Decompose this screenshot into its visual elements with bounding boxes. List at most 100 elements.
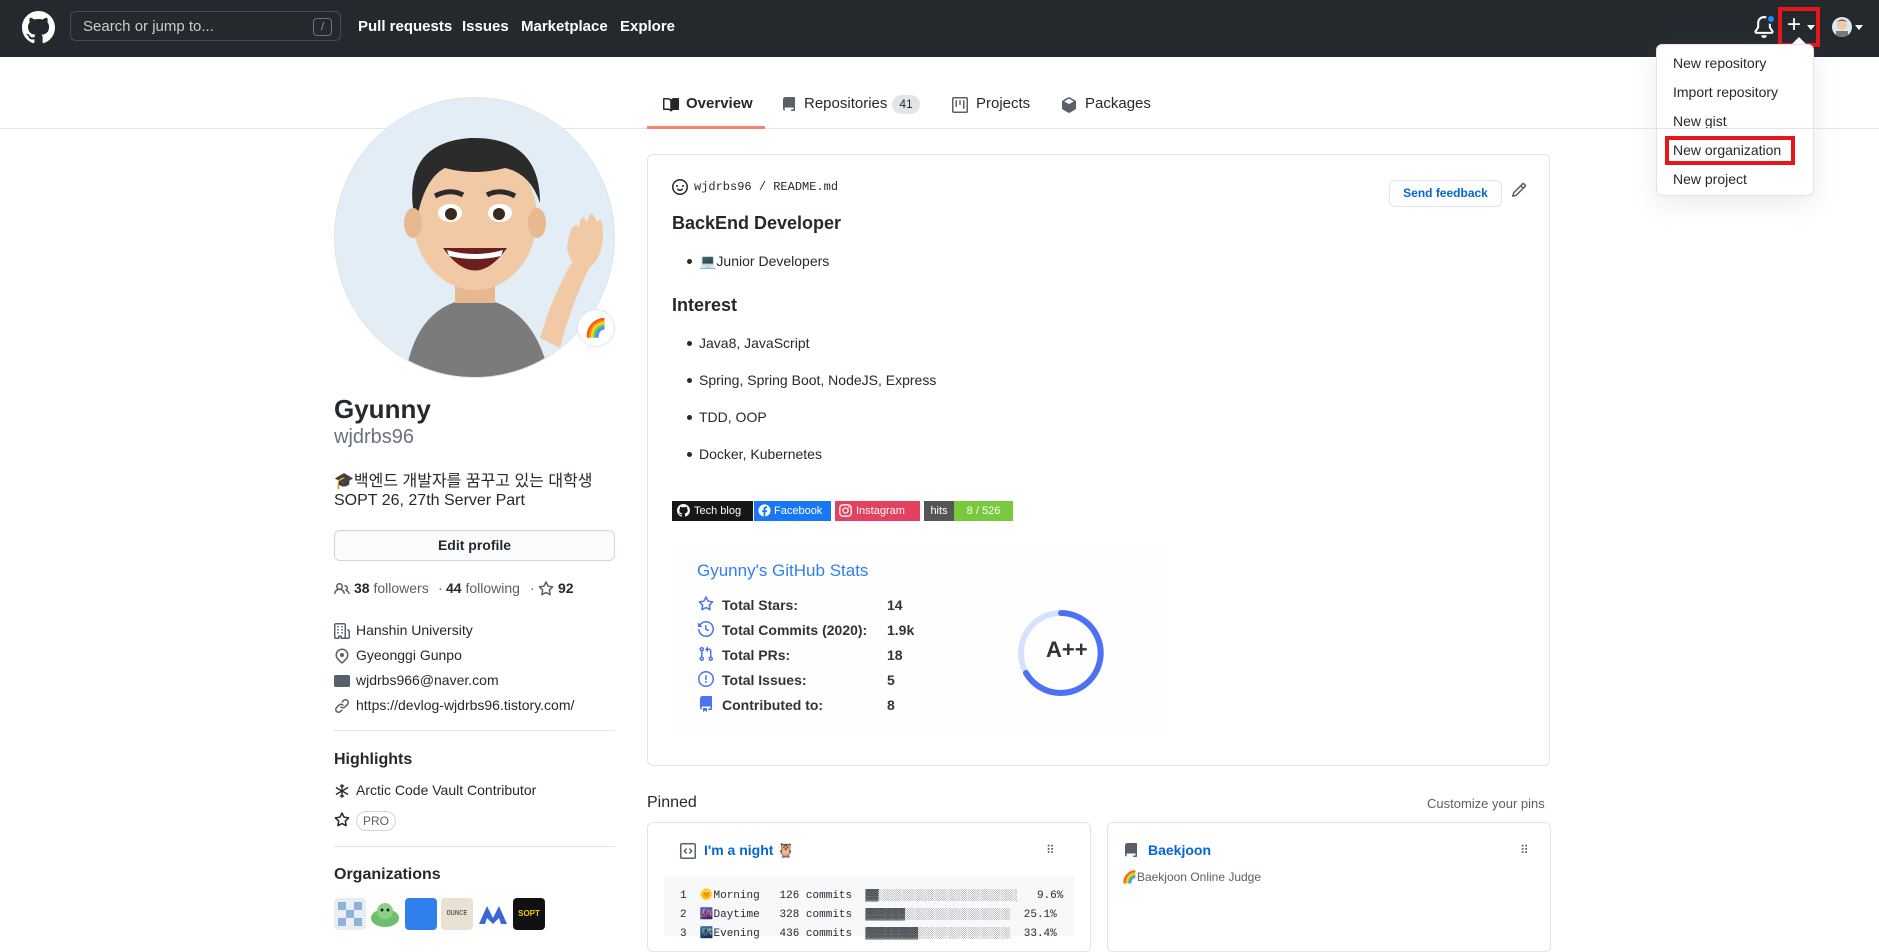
edit-profile-button[interactable]: Edit profile — [334, 530, 615, 561]
stat-value: 1.9k — [887, 622, 915, 638]
stats-grade: A++ — [1046, 637, 1088, 662]
global-header: Search or jump to... / Pull requests Iss… — [0, 0, 1879, 57]
profile-bio-line-2: SOPT 26, 27th Server Part — [334, 492, 525, 509]
menu-new-repository[interactable]: New repository — [1673, 55, 1766, 71]
tab-repositories[interactable]: Repositories — [804, 95, 887, 112]
code-line: 1 🌞Morning 126 commits ▓▓░░░░░░░░░░░░░░░… — [680, 890, 1064, 902]
drag-grip-icon[interactable]: ⠿ — [1520, 843, 1529, 857]
hits-badge[interactable]: hits 8 / 526 — [924, 501, 1013, 521]
menu-new-project[interactable]: New project — [1673, 171, 1747, 187]
techblog-badge[interactable]: Tech blog — [672, 501, 753, 521]
notification-indicator — [1766, 14, 1776, 24]
profile-fullname: Gyunny — [334, 394, 431, 424]
stat-value: 14 — [887, 597, 903, 613]
instagram-icon — [839, 504, 852, 517]
stat-label: Total Issues: — [722, 672, 807, 688]
facebook-icon — [758, 504, 771, 517]
stars-stat-icon — [698, 596, 714, 611]
snowflake-icon — [335, 784, 349, 798]
user-avatar[interactable] — [1832, 17, 1852, 37]
package-icon — [1062, 97, 1076, 113]
org-avatar-1[interactable] — [334, 898, 366, 930]
interest-item: Spring, Spring Boot, NodeJS, Express — [686, 372, 937, 388]
interest-item: Docker, Kubernetes — [687, 446, 822, 462]
tab-packages[interactable]: Packages — [1085, 95, 1151, 112]
org-avatar-2[interactable] — [369, 898, 401, 930]
organization-icon — [334, 623, 350, 639]
link-icon — [335, 699, 349, 713]
slash-shortcut-key: / — [313, 18, 332, 36]
profile-avatar[interactable] — [334, 97, 615, 378]
profile-username: wjdrbs96 — [334, 426, 415, 448]
tab-active-indicator — [647, 126, 765, 129]
drag-grip-icon[interactable]: ⠿ — [1046, 843, 1055, 857]
readme-heading-interest: Interest — [672, 295, 738, 315]
stat-label: Total Stars: — [722, 597, 798, 613]
followers-link[interactable]: 38 followers — [354, 580, 429, 596]
sidebar-divider — [334, 730, 615, 731]
location-icon — [335, 648, 349, 664]
stat-label: Total PRs: — [722, 647, 791, 663]
issue-icon — [698, 671, 714, 687]
search-placeholder: Search or jump to... — [83, 18, 214, 35]
instagram-badge[interactable]: Instagram — [835, 501, 920, 521]
customize-pins-link[interactable]: Customize your pins — [1427, 796, 1545, 811]
menu-import-repository[interactable]: Import repository — [1673, 84, 1778, 100]
facebook-badge[interactable]: Facebook — [754, 501, 831, 521]
readme-heading-backend: BackEnd Developer — [672, 213, 842, 233]
following-link[interactable]: 44 following — [446, 580, 520, 596]
readme-user-link[interactable]: wjdrbs96 — [694, 180, 752, 194]
interest-item: TDD, OOP — [687, 409, 767, 425]
pencil-icon[interactable] — [1511, 182, 1527, 198]
readme-path: wjdrbs96 / README.md — [694, 180, 839, 194]
pro-star-icon — [334, 812, 350, 827]
org-avatar-ounce[interactable]: OUNCE — [441, 898, 473, 930]
pinned-repo-description: 🌈Baekjoon Online Judge — [1122, 870, 1262, 884]
org-avatar-3[interactable] — [405, 898, 437, 930]
people-icon — [334, 582, 350, 595]
pro-badge: PRO — [356, 811, 396, 831]
pinned-repo-link[interactable]: Baekjoon — [1148, 842, 1211, 858]
profile-bio-line-1: 🎓백엔드 개발자를 꿈꾸고 있는 대학생 — [334, 473, 593, 490]
stat-label: Contributed to: — [722, 697, 824, 713]
code-line: 3 🌃Evening 436 commits ▓▓▓▓▓▓▓▓░░░░░░░░░… — [680, 928, 1057, 940]
pull-request-icon — [699, 646, 714, 662]
create-new-dropdown: New repository Import repository New gis… — [1656, 44, 1814, 196]
code-line: 2 🌆Daytime 328 commits ▓▓▓▓▓▓░░░░░░░░░░░… — [680, 909, 1057, 921]
commits-history-icon — [698, 621, 714, 637]
gist-code-icon — [680, 843, 696, 859]
pinned-gist-link[interactable]: I'm a night 🦉 — [704, 842, 795, 859]
stat-label: Total Commits (2020): — [722, 622, 868, 638]
highlights-title: Highlights — [334, 751, 413, 768]
github-mini-icon — [677, 504, 690, 517]
sidebar-divider-2 — [334, 846, 615, 847]
menu-new-gist[interactable]: New gist — [1673, 113, 1727, 129]
status-emoji-button[interactable]: 🌈 — [577, 309, 615, 347]
stats-title: Gyunny's GitHub Stats — [697, 561, 869, 580]
search-input[interactable]: Search or jump to... / — [70, 11, 341, 41]
org-avatar-5[interactable] — [477, 898, 509, 930]
star-icon — [538, 581, 554, 596]
nav-issues[interactable]: Issues — [462, 18, 509, 35]
stars-link[interactable]: 92 — [558, 580, 574, 596]
smiley-icon — [672, 179, 688, 195]
nav-marketplace[interactable]: Marketplace — [521, 18, 608, 35]
repo-count-badge: 41 — [892, 95, 920, 114]
nav-pull-requests[interactable]: Pull requests — [358, 18, 452, 35]
project-icon — [952, 97, 968, 113]
repo-icon — [783, 97, 795, 111]
stat-value: 8 — [887, 697, 895, 713]
tab-projects[interactable]: Projects — [976, 95, 1030, 112]
new-organization-highlight-box — [1665, 136, 1795, 165]
send-feedback-button[interactable]: Send feedback — [1389, 180, 1502, 207]
tabs-divider — [0, 128, 1879, 129]
github-logo-icon[interactable] — [22, 11, 55, 44]
nav-explore[interactable]: Explore — [620, 18, 675, 35]
book-icon — [663, 97, 679, 112]
tab-overview[interactable]: Overview — [686, 95, 753, 112]
readme-bullet-junior: 💻Junior Developers — [686, 253, 830, 269]
org-avatar-sopt[interactable]: SOPT — [513, 898, 545, 930]
stat-value: 18 — [887, 647, 903, 663]
avatar-caret-icon[interactable] — [1855, 25, 1863, 30]
pinned-title: Pinned — [647, 794, 697, 811]
